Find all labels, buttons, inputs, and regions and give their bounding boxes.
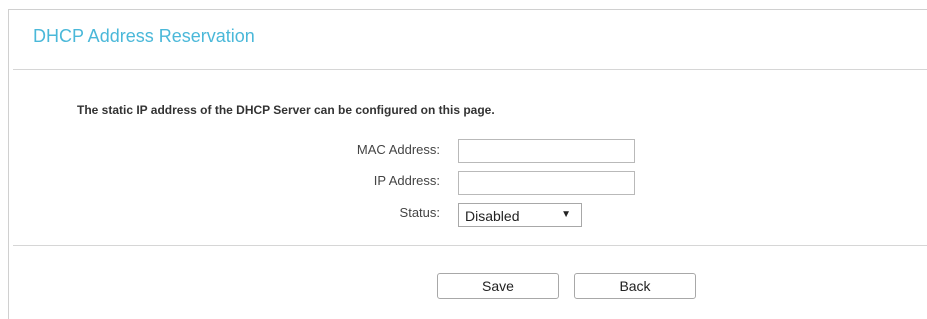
status-label: Status:: [399, 205, 440, 220]
ip-address-label: IP Address:: [373, 173, 440, 188]
back-button[interactable]: Back: [574, 273, 696, 299]
save-button[interactable]: Save: [437, 273, 559, 299]
page-description: The static IP address of the DHCP Server…: [77, 103, 495, 117]
status-selected-value: Disabled: [465, 208, 520, 224]
status-select[interactable]: Disabled ▼: [458, 203, 582, 227]
ip-address-input[interactable]: [458, 171, 635, 195]
title-divider: [13, 69, 927, 70]
mac-address-input[interactable]: [458, 139, 635, 163]
form-divider: [13, 245, 927, 246]
chevron-down-icon: ▼: [561, 209, 571, 220]
mac-address-label: MAC Address:: [356, 142, 440, 157]
page-title: DHCP Address Reservation: [33, 26, 255, 46]
